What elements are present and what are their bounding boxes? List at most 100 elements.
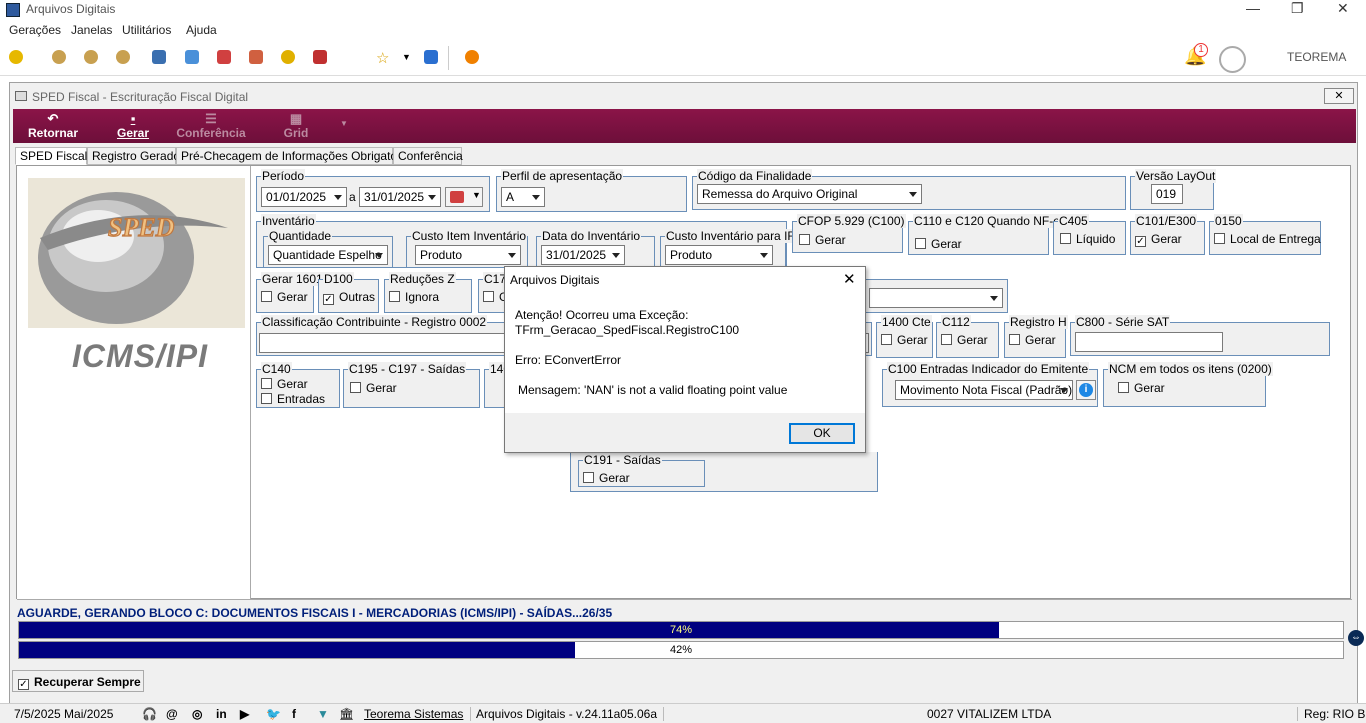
notification-badge: 1 xyxy=(1194,43,1208,57)
bank-icon[interactable]: 🏛 xyxy=(339,707,354,721)
dialog-line-3: Erro: EConvertError xyxy=(515,353,622,367)
r0150-label: 0150 xyxy=(1214,214,1243,228)
menu-janelas[interactable]: Janelas xyxy=(71,23,112,37)
twitter-icon[interactable]: 🐦 xyxy=(266,707,281,721)
custo-item-label: Custo Item Inventário xyxy=(411,229,528,243)
star-icon[interactable]: ☆ xyxy=(376,49,389,67)
extra-select[interactable] xyxy=(869,288,1003,308)
perfil-select[interactable]: A xyxy=(501,187,545,207)
custo-item-select[interactable]: Produto xyxy=(415,245,521,265)
teorema-link[interactable]: Teorema Sistemas xyxy=(364,707,463,721)
divider xyxy=(663,707,664,721)
periodo-start-select[interactable]: 01/01/2025 xyxy=(261,187,347,207)
retornar-button[interactable]: ↶ Retornar xyxy=(23,109,83,143)
versao-input[interactable]: 019 xyxy=(1151,184,1183,204)
power-icon[interactable] xyxy=(465,50,479,64)
info-button[interactable]: i xyxy=(1076,380,1096,400)
save-icon: ▪ xyxy=(130,111,136,126)
d100-checkbox[interactable]: ✓ Outras xyxy=(323,290,375,305)
headset-icon[interactable]: 🎧 xyxy=(142,707,157,721)
finalidade-select[interactable]: Remessa do Arquivo Original xyxy=(697,184,922,204)
calculator-icon[interactable] xyxy=(152,50,166,64)
regh-checkbox[interactable]: Gerar xyxy=(1009,333,1056,347)
calendar-button[interactable]: ▼ xyxy=(445,187,483,207)
ncm-checkbox[interactable]: Gerar xyxy=(1118,381,1165,395)
coins-icon[interactable] xyxy=(84,50,98,64)
menu-ajuda[interactable]: Ajuda xyxy=(186,23,217,37)
custo-ir-select[interactable]: Produto xyxy=(665,245,773,265)
cfop-checkbox[interactable]: Gerar xyxy=(799,233,846,247)
c195-checkbox[interactable]: Gerar xyxy=(350,381,397,395)
chevron-down-icon xyxy=(990,296,998,301)
chevron-down-icon xyxy=(909,192,917,197)
data-inventario-group: Data do Inventário 31/01/2025 xyxy=(536,229,655,268)
coins-icon[interactable] xyxy=(52,50,66,64)
user-avatar-icon[interactable] xyxy=(1219,46,1246,73)
close-child-button[interactable]: ✕ xyxy=(1324,88,1354,104)
c191-checkbox[interactable]: Gerar xyxy=(583,471,630,485)
c100ent-select[interactable]: Movimento Nota Fiscal (Padrão) xyxy=(895,380,1073,400)
conferencia-button[interactable]: ☰ Conferência xyxy=(176,109,246,143)
c405-checkbox[interactable]: Líquido xyxy=(1060,232,1115,246)
linkedin-icon[interactable]: in xyxy=(216,707,227,721)
ok-button[interactable]: OK xyxy=(789,423,855,444)
email-icon[interactable]: @ xyxy=(166,707,178,721)
chevron-down-icon xyxy=(760,253,768,258)
calendar-settings-icon[interactable] xyxy=(249,50,263,64)
chevron-down-icon[interactable]: ▼ xyxy=(402,52,411,62)
r1400-checkbox[interactable]: Gerar xyxy=(881,333,928,347)
c110-checkbox[interactable]: Gerar xyxy=(915,237,962,251)
exception-dialog: Arquivos Digitais ✕ Atenção! Ocorreu uma… xyxy=(504,266,866,453)
quantidade-select[interactable]: Quantidade Espelho xyxy=(268,245,388,265)
c800-input[interactable] xyxy=(1075,332,1223,352)
r0150-checkbox[interactable]: Local de Entrega xyxy=(1214,232,1321,246)
dialog-body: Atenção! Ocorreu uma Exceção: TFrm_Gerac… xyxy=(505,293,865,413)
app-icon xyxy=(6,3,20,17)
gerar-button[interactable]: ▪ Gerar xyxy=(108,109,158,143)
tab-conferencia[interactable]: Conferência xyxy=(393,147,463,165)
progress-status: AGUARDE, GERANDO BLOCO C: DOCUMENTOS FIS… xyxy=(17,606,613,620)
instagram-icon[interactable]: ◎ xyxy=(192,707,202,721)
coins-icon[interactable] xyxy=(116,50,130,64)
reducoes-label: Reduções Z xyxy=(389,272,456,286)
calculator-icon[interactable] xyxy=(185,50,199,64)
c101-checkbox[interactable]: ✓ Gerar xyxy=(1135,232,1182,247)
close-icon[interactable]: ✕ xyxy=(1337,0,1349,17)
c112-checkbox[interactable]: Gerar xyxy=(941,333,988,347)
dialog-line-4: Mensagem: 'NAN' is not a valid floating … xyxy=(518,383,788,397)
tab-sped-fiscal[interactable]: SPED Fiscal xyxy=(15,147,87,165)
side-toggle-icon[interactable]: ⇔ xyxy=(1348,630,1364,646)
progress-label-2: 42% xyxy=(669,644,693,656)
c140-entradas-checkbox[interactable]: Entradas xyxy=(261,392,325,406)
c140-label: C140 xyxy=(261,362,292,376)
title-bar: Arquivos Digitais — ❐ ✕ xyxy=(0,0,1366,20)
g1601-group: Gerar 1601 Gerar xyxy=(256,272,324,313)
facebook-icon[interactable]: f xyxy=(292,707,296,721)
calendar-icon[interactable] xyxy=(217,50,231,64)
g1601-checkbox[interactable]: Gerar xyxy=(261,290,308,304)
periodo-end-select[interactable]: 31/01/2025 xyxy=(359,187,441,207)
menu-utilitarios[interactable]: Utilitários xyxy=(122,23,171,37)
reducoes-checkbox[interactable]: Ignora xyxy=(389,290,439,304)
report-search-icon[interactable] xyxy=(313,50,327,64)
info-icon[interactable] xyxy=(424,50,438,64)
sped-globe-image: SPED xyxy=(38,192,228,324)
lock-icon[interactable] xyxy=(281,50,295,64)
chevron-down-icon[interactable]: ▼ xyxy=(340,119,348,128)
recuperar-checkbox[interactable]: ✓ Recuperar Sempre xyxy=(18,675,141,690)
c191-label: C191 - Saídas xyxy=(583,453,662,467)
menu-geracoes[interactable]: Gerações xyxy=(9,23,61,37)
finalidade-group: Código da Finalidade Remessa do Arquivo … xyxy=(692,169,1126,210)
refresh-icon[interactable] xyxy=(9,50,23,64)
minimize-icon[interactable]: — xyxy=(1246,0,1260,16)
tab-pre-checagem[interactable]: Pré-Checagem de Informações Obrigatórias xyxy=(176,147,416,165)
c112-group: C112 Gerar xyxy=(936,315,999,358)
tab-registro-gerado[interactable]: Registro Gerado xyxy=(87,147,180,165)
main-toolbar: ☆ ▼ 🔔 1 TEOREMA xyxy=(0,40,1366,76)
c140-gerar-checkbox[interactable]: Gerar xyxy=(261,377,308,391)
data-inventario-select[interactable]: 31/01/2025 xyxy=(541,245,625,265)
restore-icon[interactable]: ❐ xyxy=(1291,0,1304,17)
dialog-close-icon[interactable]: ✕ xyxy=(843,270,856,288)
grid-button[interactable]: ▦ Grid xyxy=(276,109,316,143)
youtube-icon[interactable]: ▶ xyxy=(240,707,249,721)
